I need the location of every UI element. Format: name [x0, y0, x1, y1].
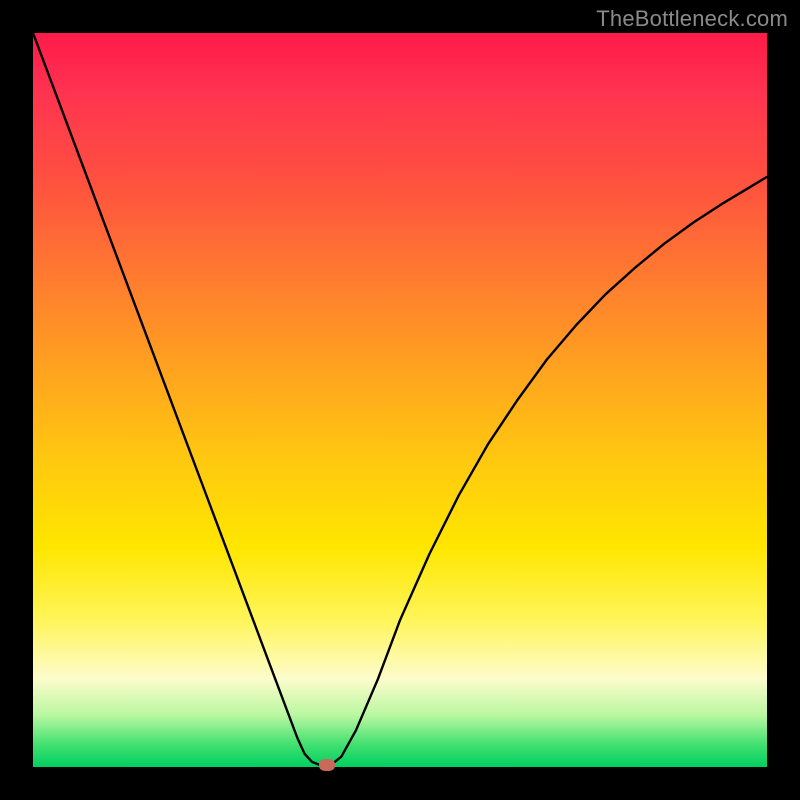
watermark-text: TheBottleneck.com: [596, 6, 788, 32]
chart-frame: [33, 33, 767, 767]
chart-background-gradient: [33, 33, 767, 767]
optimum-marker: [319, 759, 335, 771]
